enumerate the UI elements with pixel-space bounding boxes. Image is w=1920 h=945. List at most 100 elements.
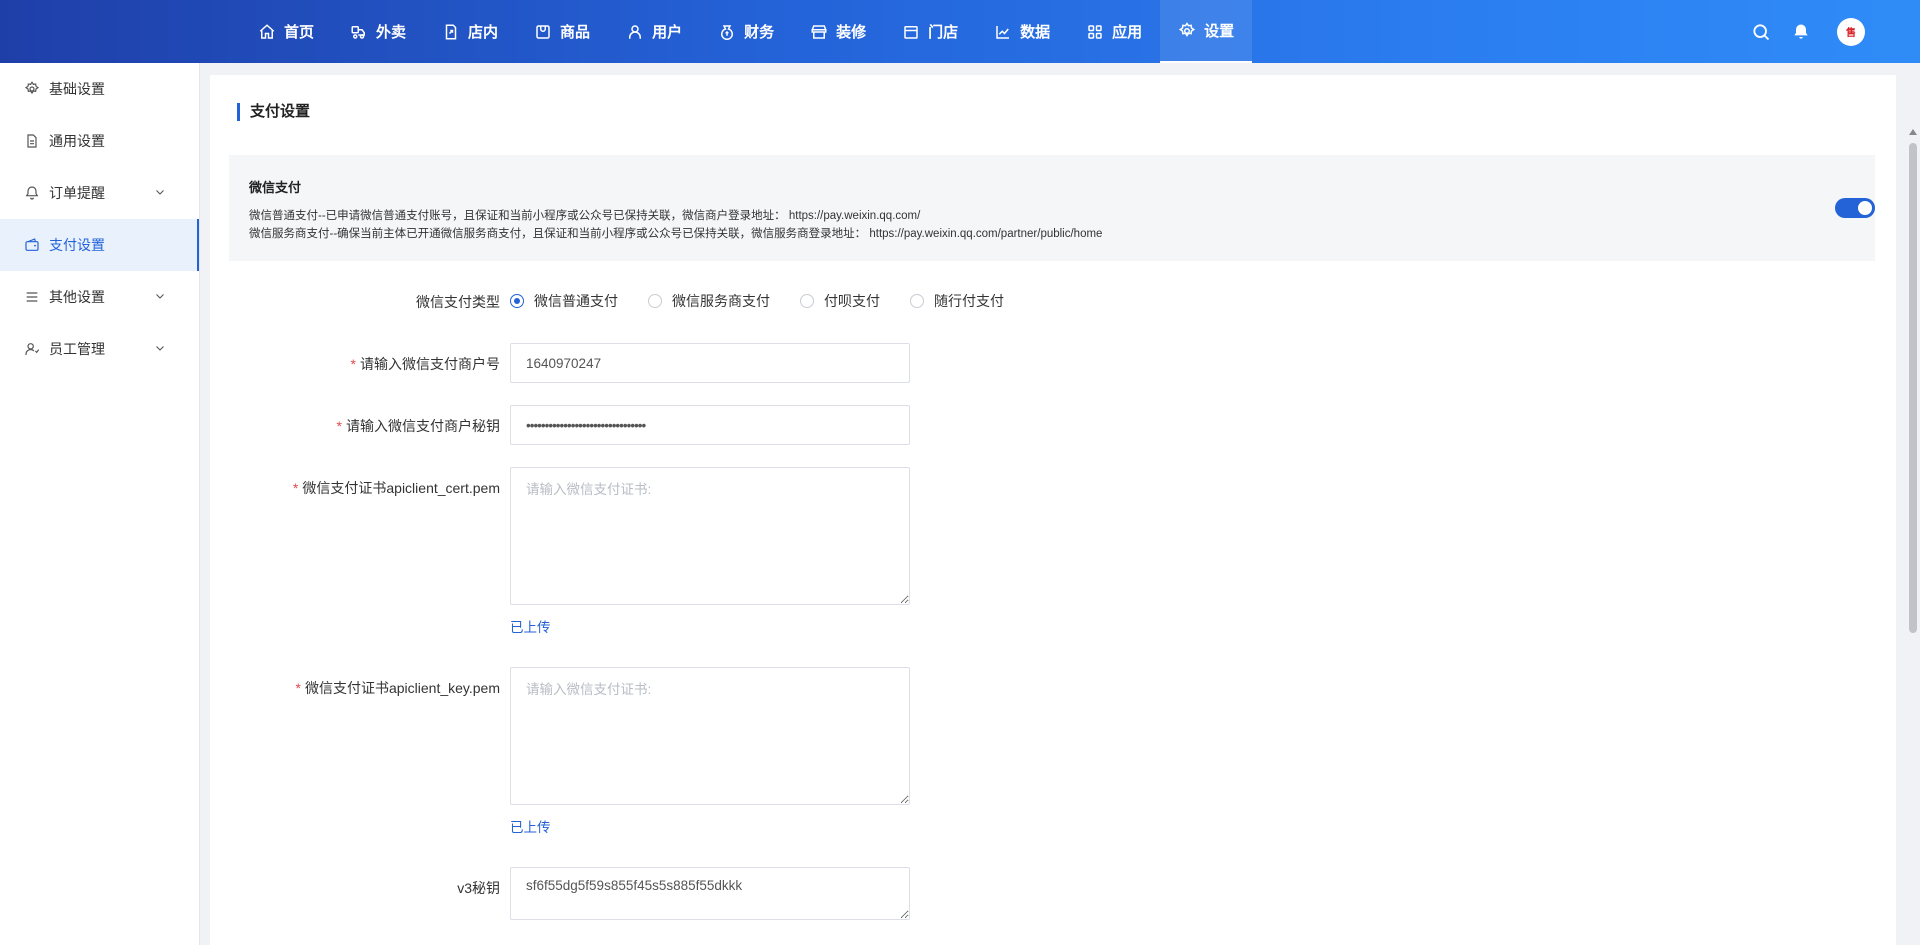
radio-dot xyxy=(648,294,662,308)
merchant-id-label-text: 请输入微信支付商户号 xyxy=(360,356,500,372)
nav-apps[interactable]: 应用 xyxy=(1068,0,1160,63)
sidebar-item-label: 订单提醒 xyxy=(49,185,105,201)
wechat-pay-title: 微信支付 xyxy=(249,180,302,195)
home-icon xyxy=(259,23,275,39)
sidebar-item-other-settings[interactable]: 其他设置 xyxy=(0,271,199,323)
sidebar-item-label: 支付设置 xyxy=(49,237,105,253)
sidebar-item-label: 通用设置 xyxy=(49,133,105,149)
merchant-secret-input[interactable] xyxy=(510,405,910,445)
sidebar-item-staff-management[interactable]: 员工管理 xyxy=(0,323,199,375)
shop-decoration-icon xyxy=(811,24,827,39)
sidebar-item-label: 员工管理 xyxy=(49,341,105,357)
chart-line-icon xyxy=(996,25,1010,39)
cert-pem-label: * 微信支付证书apiclient_cert.pem xyxy=(210,478,500,498)
required-mark: * xyxy=(350,356,356,372)
store-inside-icon xyxy=(445,24,457,39)
radio-suixingfu[interactable]: 随行付支付 xyxy=(910,291,1004,311)
nav-finance[interactable]: 财务 xyxy=(700,0,792,63)
cert-pem-textarea[interactable] xyxy=(510,467,910,605)
nav-goods[interactable]: 商品 xyxy=(516,0,608,63)
nav-store-inside[interactable]: 店内 xyxy=(424,0,516,63)
sidebar-item-basic-settings[interactable]: 基础设置 xyxy=(0,63,199,115)
key-pem-label: * 微信支付证书apiclient_key.pem xyxy=(210,678,500,698)
top-navigation-bar: 首页 外卖 店内 商品 用户 财务 装修 门店 数据 应用 设置 售 xyxy=(0,0,1920,63)
sidebar-item-payment-settings[interactable]: 支付设置 xyxy=(0,219,199,271)
avatar-text: 售 xyxy=(1846,28,1856,39)
merchant-id-label: * 请输入微信支付商户号 xyxy=(210,354,500,374)
nav-settings[interactable]: 设置 xyxy=(1160,0,1253,63)
sidebar-item-label: 基础设置 xyxy=(49,81,105,97)
radio-dot xyxy=(910,294,924,308)
nav-decoration[interactable]: 装修 xyxy=(792,0,884,63)
v3-secret-textarea[interactable]: sf6f55dg5f59s855f45s5s885f55dkkk xyxy=(510,867,910,920)
notification-button[interactable] xyxy=(1789,20,1813,44)
radio-wechat-partner[interactable]: 微信服务商支付 xyxy=(648,291,770,311)
sidebar-item-general-settings[interactable]: 通用设置 xyxy=(0,115,199,167)
required-mark: * xyxy=(336,418,342,434)
wechat-pay-info-box: 微信支付 微信普通支付--已申请微信普通支付账号，且保证和当前小程序或公众号已保… xyxy=(229,155,1875,261)
nav-user[interactable]: 用户 xyxy=(608,0,700,63)
gear-icon xyxy=(1179,21,1196,37)
required-mark: * xyxy=(295,680,301,696)
chevron-down-icon xyxy=(156,346,164,351)
pay-type-label: 微信支付类型 xyxy=(416,294,500,310)
radio-label: 微信普通支付 xyxy=(534,293,618,309)
search-button[interactable] xyxy=(1749,20,1773,44)
key-pem-textarea[interactable] xyxy=(510,667,910,805)
bell-icon xyxy=(25,186,39,200)
chevron-down-icon xyxy=(156,294,164,299)
nav-label: 应用 xyxy=(1112,24,1143,41)
radio-label: 微信服务商支付 xyxy=(672,293,770,309)
gear-icon xyxy=(24,81,40,95)
sidebar-item-order-reminder[interactable]: 订单提醒 xyxy=(0,167,199,219)
payment-settings-panel: 支付设置 微信支付 微信普通支付--已申请微信普通支付账号，且保证和当前小程序或… xyxy=(210,75,1896,945)
nav-label: 用户 xyxy=(652,24,683,41)
search-icon xyxy=(1753,23,1770,40)
list-icon xyxy=(26,292,38,302)
merchant-id-input[interactable] xyxy=(510,343,910,383)
merchant-secret-label: * 请输入微信支付商户秘钥 xyxy=(210,416,500,436)
cert-pem-label-text: 微信支付证书apiclient_cert.pem xyxy=(302,480,500,496)
nav-label: 外卖 xyxy=(376,24,407,41)
v3-secret-label: v3秘钥 xyxy=(457,880,500,896)
nav-label: 首页 xyxy=(284,24,315,41)
cert-uploaded-status[interactable]: 已上传 xyxy=(510,616,551,636)
nav-label: 装修 xyxy=(836,24,867,41)
key-pem-label-text: 微信支付证书apiclient_key.pem xyxy=(304,680,500,696)
finance-icon xyxy=(721,24,734,40)
nav-label: 数据 xyxy=(1020,24,1051,41)
nav-home[interactable]: 首页 xyxy=(240,0,332,63)
merchant-secret-label-text: 请输入微信支付商户秘钥 xyxy=(346,418,500,434)
radio-dot xyxy=(800,294,814,308)
radio-label: 付呗支付 xyxy=(824,293,880,309)
radio-wechat-normal[interactable]: 微信普通支付 xyxy=(510,291,618,311)
key-uploaded-status[interactable]: 已上传 xyxy=(510,816,551,836)
nav-storefront[interactable]: 门店 xyxy=(884,0,976,63)
nav-delivery[interactable]: 外卖 xyxy=(332,0,424,63)
storefront-icon xyxy=(904,25,918,39)
bell-icon xyxy=(1794,24,1808,39)
apps-grid-icon xyxy=(1088,24,1102,39)
avatar[interactable]: 售 xyxy=(1837,17,1865,46)
radio-fubei[interactable]: 付呗支付 xyxy=(800,291,880,311)
scroll-up-arrow-icon[interactable] xyxy=(1909,129,1917,135)
sidebar-item-label: 其他设置 xyxy=(49,289,105,305)
wechat-pay-description-partner: 微信服务商支付--确保当前主体已开通微信服务商支付，且保证和当前小程序或公众号已… xyxy=(249,228,1103,240)
wechat-pay-description-normal: 微信普通支付--已申请微信普通支付账号，且保证和当前小程序或公众号已保持关联，微… xyxy=(249,210,921,222)
sidebar: 基础设置 通用设置 订单提醒 支付设置 其他设置 员工管理 xyxy=(0,63,200,945)
required-mark: * xyxy=(292,480,299,496)
nav-data[interactable]: 数据 xyxy=(976,0,1068,63)
goods-icon xyxy=(536,24,550,39)
nav-label: 财务 xyxy=(744,24,775,41)
page-title: 支付设置 xyxy=(237,103,310,121)
document-icon xyxy=(27,134,37,148)
radio-dot xyxy=(510,294,524,308)
scrollbar-thumb[interactable] xyxy=(1909,143,1917,633)
staff-icon xyxy=(25,343,40,355)
wechat-pay-enable-toggle[interactable] xyxy=(1835,198,1875,218)
chevron-down-icon xyxy=(156,190,164,195)
pay-type-radio-group: 微信普通支付 微信服务商支付 付呗支付 随行付支付 xyxy=(510,291,1034,311)
top-right-actions: 售 xyxy=(1749,0,1920,63)
page-scrollbar[interactable] xyxy=(1906,63,1920,945)
nav-label: 店内 xyxy=(468,24,499,41)
